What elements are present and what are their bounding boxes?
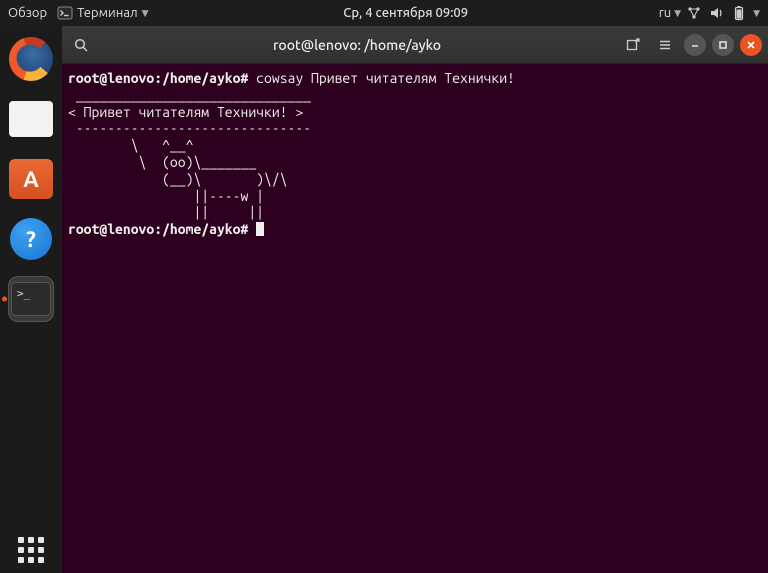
help-icon: ? <box>10 218 52 260</box>
hamburger-menu-button[interactable] <box>652 32 678 58</box>
chevron-down-icon: ▼ <box>674 8 681 19</box>
show-applications-button[interactable] <box>0 537 62 563</box>
files-icon <box>9 101 53 137</box>
window-maximize-button[interactable] <box>712 34 734 56</box>
workspace: root@lenovo: /home/ayko root@len <box>62 26 768 573</box>
battery-icon[interactable] <box>731 5 747 21</box>
app-menu[interactable]: Терминал ▼ <box>53 5 152 21</box>
terminal-icon <box>57 5 73 21</box>
cursor <box>256 222 264 236</box>
top-panel: Обзор Терминал ▼ Ср, 4 сентября 09:09 ru… <box>0 0 768 26</box>
dock-item-software[interactable]: A <box>8 156 54 202</box>
apps-grid-icon <box>18 537 44 563</box>
search-button[interactable] <box>68 32 94 58</box>
dock-item-firefox[interactable] <box>8 36 54 82</box>
close-icon <box>745 39 757 51</box>
new-tab-button[interactable] <box>620 32 646 58</box>
maximize-icon <box>717 39 729 51</box>
terminal-window: root@lenovo: /home/ayko root@len <box>62 26 768 573</box>
terminal-content[interactable]: root@lenovo:/home/ayko# cowsay Привет чи… <box>62 64 768 573</box>
activities-button[interactable]: Обзор <box>8 6 47 20</box>
chevron-down-icon: ▼ <box>753 8 760 19</box>
dock: A ? >_ <box>0 26 62 573</box>
keyboard-layout-indicator[interactable]: ru▼ <box>659 6 681 20</box>
window-minimize-button[interactable] <box>684 34 706 56</box>
hamburger-icon <box>657 37 673 53</box>
prompt: root@lenovo:/home/ayko# <box>68 70 248 86</box>
clock[interactable]: Ср, 4 сентября 09:09 <box>153 6 659 20</box>
window-title: root@lenovo: /home/ayko <box>100 37 614 53</box>
network-icon[interactable] <box>687 5 703 21</box>
running-indicator <box>2 297 7 302</box>
software-icon: A <box>9 159 53 199</box>
app-menu-label: Терминал <box>77 6 137 20</box>
minimize-icon <box>689 39 701 51</box>
search-icon <box>73 37 89 53</box>
dock-item-files[interactable] <box>8 96 54 142</box>
chevron-down-icon: ▼ <box>142 8 149 19</box>
prompt: root@lenovo:/home/ayko# <box>68 221 248 237</box>
firefox-icon <box>9 37 53 81</box>
window-close-button[interactable] <box>740 34 762 56</box>
terminal-icon: >_ <box>11 282 51 316</box>
new-tab-icon <box>625 37 641 53</box>
command-output: ______________________________ < Привет … <box>68 87 311 221</box>
command-text: cowsay Привет читателям Технички! <box>256 70 515 86</box>
volume-icon[interactable] <box>709 5 725 21</box>
window-titlebar: root@lenovo: /home/ayko <box>62 26 768 64</box>
dock-item-terminal[interactable]: >_ <box>8 276 54 322</box>
dock-item-help[interactable]: ? <box>8 216 54 262</box>
